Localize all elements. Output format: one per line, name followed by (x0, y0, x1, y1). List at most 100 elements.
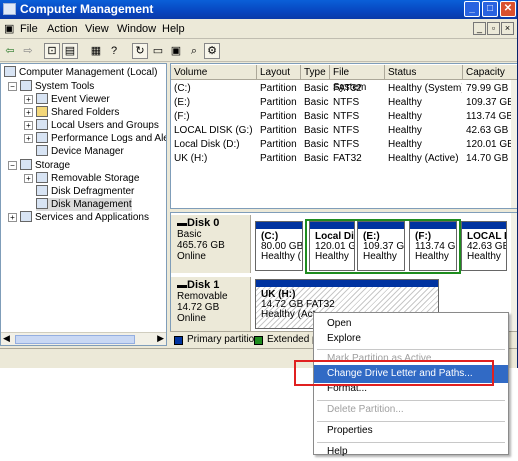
tree-item-system-tools[interactable]: System Tools (20, 80, 94, 93)
volume-cell[interactable]: Basic (304, 82, 329, 96)
tree-item-disk-defragmenter[interactable]: Disk Defragmenter (36, 185, 134, 198)
scroll-left-icon[interactable]: ◀ (3, 333, 10, 344)
volume-cell[interactable]: Partition (260, 124, 300, 138)
volume-cell[interactable]: Basic (304, 138, 329, 152)
disk-1-label[interactable]: ▬Disk 1 Removable 14.72 GB Online (171, 277, 251, 332)
expander-icon[interactable]: − (8, 82, 17, 91)
volume-cell[interactable]: Healthy (388, 96, 462, 110)
volume-cell[interactable]: 113.74 GB (466, 110, 516, 124)
volume-cell[interactable]: 109.37 GB (466, 96, 516, 110)
volume-name[interactable]: (E:) (174, 96, 256, 110)
expander-icon[interactable]: + (8, 213, 17, 222)
scroll-right-icon[interactable]: ▶ (157, 333, 164, 344)
tree-item-removable-storage[interactable]: Removable Storage (36, 172, 139, 185)
volume-cell[interactable]: Basic (304, 96, 329, 110)
menu-action[interactable]: Action (47, 19, 78, 39)
menu-view[interactable]: View (85, 19, 109, 39)
search-icon[interactable]: ⌕ (186, 43, 202, 59)
volume-name[interactable]: UK (H:) (174, 152, 256, 166)
mdi-minimize-button[interactable]: _ (473, 22, 486, 35)
volume-name[interactable]: (F:) (174, 110, 256, 124)
maximize-button[interactable]: □ (482, 1, 498, 17)
expander-icon[interactable]: + (24, 134, 33, 143)
volume-cell[interactable]: Healthy (388, 138, 462, 152)
partition-g[interactable]: LOCAL D 42.63 GE Healthy (461, 221, 507, 271)
volume-cell[interactable]: NTFS (333, 138, 384, 152)
volume-list-scrollbar[interactable] (511, 80, 517, 208)
close-button[interactable]: ✕ (500, 1, 516, 17)
menu-item-delete-partition[interactable]: Delete Partition... (314, 401, 508, 419)
scroll-thumb[interactable] (15, 335, 135, 344)
expander-icon[interactable]: − (8, 161, 17, 170)
volume-cell[interactable]: Partition (260, 82, 300, 96)
partition-d[interactable]: Local Di 120.01 G Healthy (309, 221, 355, 271)
expander-icon[interactable]: + (24, 108, 33, 117)
expander-icon[interactable]: + (24, 174, 33, 183)
volume-cell[interactable]: 14.70 GB (466, 152, 516, 166)
app-menu-icon[interactable]: ▣ (4, 19, 14, 39)
menu-help[interactable]: Help (162, 19, 185, 39)
volume-cell[interactable]: Partition (260, 152, 300, 166)
volume-cell[interactable]: Healthy (System) (388, 82, 462, 96)
volume-cell[interactable]: 42.63 GB (466, 124, 516, 138)
drive-icon[interactable]: ▣ (168, 43, 184, 59)
volume-name[interactable]: (C:) (174, 82, 256, 96)
disk-view-scrollbar[interactable] (511, 213, 517, 332)
menu-item-properties[interactable]: Properties (314, 422, 508, 440)
column-header-file-system[interactable]: File System (330, 65, 385, 93)
partition-e[interactable]: (E:) 109.37 G Healthy (357, 221, 405, 271)
volume-cell[interactable]: Partition (260, 96, 300, 110)
column-header-type[interactable]: Type (301, 65, 330, 80)
volume-cell[interactable]: Healthy (Active) (388, 152, 462, 166)
help-icon[interactable]: ? (106, 43, 122, 59)
tree-horizontal-scrollbar[interactable]: ◀ ▶ (1, 332, 166, 345)
volume-cell[interactable]: Basic (304, 152, 329, 166)
title-bar[interactable]: Computer Management _ □ ✕ (0, 0, 517, 19)
column-header-volume[interactable]: Volume (171, 65, 257, 80)
volume-cell[interactable]: Partition (260, 110, 300, 124)
volume-cell[interactable]: 120.01 GB (466, 138, 516, 152)
minimize-button[interactable]: _ (464, 1, 480, 17)
mdi-close-button[interactable]: × (501, 22, 514, 35)
menu-item-explore[interactable]: Explore (314, 330, 508, 348)
volume-cell[interactable]: Healthy (388, 110, 462, 124)
settings-icon[interactable]: ⚙ (204, 43, 220, 59)
properties-icon[interactable]: ▦ (88, 43, 104, 59)
volume-cell[interactable]: Healthy (388, 124, 462, 138)
partition-f[interactable]: (F:) 113.74 G Healthy (409, 221, 457, 271)
column-header-layout[interactable]: Layout (257, 65, 301, 80)
menu-window[interactable]: Window (117, 19, 156, 39)
tree-item-device-manager[interactable]: Device Manager (36, 145, 124, 158)
volume-cell[interactable]: FAT32 (333, 82, 384, 96)
mdi-restore-button[interactable]: ▫ (487, 22, 500, 35)
disk-0-label[interactable]: ▬Disk 0 Basic 465.76 GB Online (171, 215, 251, 273)
open-folder-icon[interactable]: ▭ (150, 43, 166, 59)
tree-item-local-users[interactable]: Local Users and Groups (36, 119, 159, 132)
forward-icon[interactable]: ⇨ (20, 43, 36, 59)
partition-c[interactable]: (C:) 80.00 GB Healthy ( (255, 221, 303, 271)
volume-cell[interactable]: NTFS (333, 124, 384, 138)
up-folder-icon[interactable]: ⊡ (44, 43, 60, 59)
column-header-capacity[interactable]: Capacity (463, 65, 517, 80)
expander-icon[interactable]: + (24, 121, 33, 130)
volume-cell[interactable]: Partition (260, 138, 300, 152)
show-tree-icon[interactable]: ▤ (62, 43, 78, 59)
tree-item-services[interactable]: Services and Applications (20, 211, 149, 224)
tree-item-event-viewer[interactable]: Event Viewer (36, 93, 110, 106)
back-icon[interactable]: ⇦ (2, 43, 18, 59)
volume-name[interactable]: Local Disk (D:) (174, 138, 256, 152)
tree-item-storage[interactable]: Storage (20, 159, 70, 172)
column-header-status[interactable]: Status (385, 65, 463, 80)
volume-cell[interactable]: FAT32 (333, 152, 384, 166)
tree-item-performance-logs[interactable]: Performance Logs and Alerts (36, 132, 166, 145)
volume-cell[interactable]: Basic (304, 110, 329, 124)
volume-name[interactable]: LOCAL DISK (G:) (174, 124, 256, 138)
tree-item-shared-folders[interactable]: Shared Folders (36, 106, 119, 119)
tree-item-disk-management[interactable]: Disk Management (36, 198, 132, 211)
volume-cell[interactable]: Basic (304, 124, 329, 138)
tree-item-root[interactable]: Computer Management (Local) (4, 66, 157, 79)
menu-item-help[interactable]: Help (314, 443, 508, 461)
volume-cell[interactable]: NTFS (333, 110, 384, 124)
refresh-icon[interactable]: ↻ (132, 43, 148, 59)
expander-icon[interactable]: + (24, 95, 33, 104)
